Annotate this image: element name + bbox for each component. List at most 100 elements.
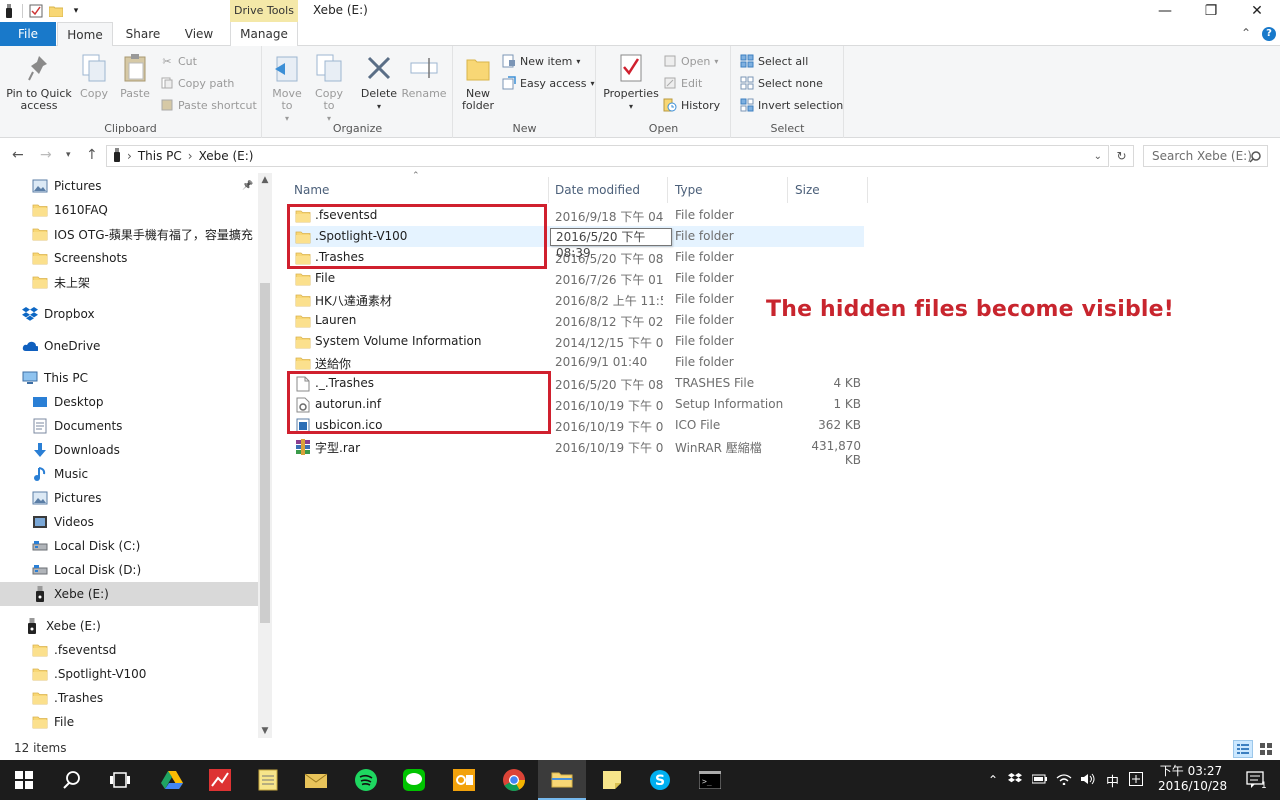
search-input[interactable]: Search Xebe (E:) xyxy=(1143,145,1268,167)
show-hidden-icons-chevron-icon[interactable]: ⌃ xyxy=(986,773,1000,787)
dropbox-tray-icon[interactable] xyxy=(1008,772,1024,788)
mail-app-icon[interactable] xyxy=(292,760,340,800)
file-row[interactable]: 送給你 2016/9/1 01:40 File folder xyxy=(288,352,864,373)
file-row[interactable]: 字型.rar 2016/10/19 下午 0... WinRAR 壓縮檔 431,87… xyxy=(288,436,864,467)
large-icons-view-icon[interactable] xyxy=(1256,740,1276,758)
edit-button[interactable]: Edit xyxy=(663,74,702,92)
line-app-icon[interactable] xyxy=(390,760,438,800)
task-view-icon[interactable] xyxy=(96,760,144,800)
scroll-up-icon[interactable]: ▲ xyxy=(258,175,272,185)
nav-item[interactable]: Downloads xyxy=(0,438,258,462)
cut-button[interactable]: ✂ Cut xyxy=(160,52,197,70)
notepad-app-icon[interactable] xyxy=(244,760,292,800)
nav-item[interactable]: .fseventsd xyxy=(0,638,258,662)
clock[interactable]: 下午 03:27 2016/10/28 xyxy=(1158,764,1227,794)
nav-item[interactable]: Music xyxy=(0,462,258,486)
help-icon[interactable]: ? xyxy=(1262,27,1276,41)
scroll-down-icon[interactable]: ▼ xyxy=(258,726,272,736)
properties-button[interactable]: Properties ▾ xyxy=(603,52,659,113)
file-row[interactable]: System Volume Information 2014/12/15 下午 0… xyxy=(288,331,864,352)
invert-selection-button[interactable]: Invert selection xyxy=(740,96,843,114)
nav-item[interactable]: Local Disk (D:) xyxy=(0,558,258,582)
rename-button[interactable]: Rename xyxy=(401,52,447,100)
sticky-notes-icon[interactable] xyxy=(588,760,636,800)
wifi-icon[interactable] xyxy=(1056,773,1072,788)
nav-item[interactable]: 未上架 xyxy=(0,270,258,294)
history-button[interactable]: History xyxy=(663,96,720,114)
nav-item[interactable]: Xebe (E:) xyxy=(0,614,258,638)
select-all-button[interactable]: Select all xyxy=(740,52,808,70)
nav-item[interactable]: 1610FAQ xyxy=(0,198,258,222)
open-button[interactable]: Open ▾ xyxy=(663,52,718,70)
nav-item[interactable]: Local Disk (C:) xyxy=(0,534,258,558)
nav-item[interactable]: .Trashes xyxy=(0,686,258,710)
copy-to-button[interactable]: Copy to ▾ xyxy=(311,52,347,125)
new-folder-button[interactable]: New folder xyxy=(458,52,498,112)
new-folder-icon[interactable] xyxy=(49,3,63,19)
back-arrow-icon[interactable]: ← xyxy=(12,147,24,163)
close-button[interactable]: ✕ xyxy=(1234,0,1280,22)
copy-button[interactable]: Copy xyxy=(76,52,112,100)
nav-item[interactable]: .Spotlight-V100 xyxy=(0,662,258,686)
easy-access-button[interactable]: Easy access ▾ xyxy=(502,74,595,92)
outlook-app-icon[interactable] xyxy=(440,760,488,800)
nav-item[interactable]: Screenshots xyxy=(0,246,258,270)
select-none-button[interactable]: Select none xyxy=(740,74,823,92)
ime-indicator[interactable]: 中 xyxy=(1106,771,1119,790)
nav-item[interactable]: This PC xyxy=(0,366,258,390)
customize-qat-icon[interactable]: ▾ xyxy=(69,3,83,19)
address-bar[interactable]: › This PC › Xebe (E:) ⌄ xyxy=(106,145,1109,167)
column-header-type[interactable]: Type xyxy=(667,177,788,203)
nav-item[interactable]: Xebe (E:) xyxy=(0,582,258,606)
search-icon[interactable] xyxy=(48,760,96,800)
nav-item[interactable]: Desktop xyxy=(0,390,258,414)
nav-item[interactable]: Videos xyxy=(0,510,258,534)
command-prompt-icon[interactable]: >_ xyxy=(686,760,734,800)
new-item-button[interactable]: New item ▾ xyxy=(502,52,580,70)
pin-icon[interactable]: 📌 xyxy=(242,181,253,191)
refresh-icon[interactable]: ↻ xyxy=(1110,145,1134,167)
column-header-date[interactable]: Date modified xyxy=(547,177,668,203)
nav-item[interactable]: Pictures xyxy=(0,486,258,510)
skype-icon[interactable]: S xyxy=(636,760,684,800)
nav-item[interactable]: Documents xyxy=(0,414,258,438)
navigation-scrollbar[interactable]: ▲ ▼ xyxy=(258,173,272,738)
volume-icon[interactable] xyxy=(1080,773,1096,788)
tab-home[interactable]: Home xyxy=(57,22,113,47)
address-dropdown-chevron-icon[interactable]: ⌄ xyxy=(1094,151,1102,162)
recent-locations-chevron-icon[interactable]: ▾ xyxy=(66,150,71,160)
tab-share[interactable]: Share xyxy=(118,22,168,46)
breadcrumb-this-pc[interactable]: This PC xyxy=(138,149,182,163)
nav-item[interactable]: OneDrive xyxy=(0,334,258,358)
column-header-name[interactable]: Name xyxy=(286,177,549,203)
nav-item[interactable]: Dropbox xyxy=(0,302,258,326)
maximize-button[interactable]: ❐ xyxy=(1188,0,1234,22)
collapse-ribbon-icon[interactable]: ⌃ xyxy=(1241,26,1251,40)
pin-quick-access-button[interactable]: Pin to Quick access xyxy=(6,52,72,112)
forward-arrow-icon[interactable]: → xyxy=(40,147,52,163)
nav-item[interactable]: IOS OTG-蘋果手機有福了，容量擴充 xyxy=(0,222,258,246)
spotify-icon[interactable] xyxy=(342,760,390,800)
file-row[interactable]: File 2016/7/26 下午 01... File folder xyxy=(288,268,864,289)
properties-icon[interactable] xyxy=(29,3,43,19)
breadcrumb-drive[interactable]: Xebe (E:) xyxy=(199,149,254,163)
action-center-icon[interactable]: 1 xyxy=(1232,760,1280,800)
up-arrow-icon[interactable]: ↑ xyxy=(86,147,98,163)
windows-start-icon[interactable] xyxy=(0,760,48,800)
column-header-size[interactable]: Size xyxy=(787,177,868,203)
details-view-icon[interactable] xyxy=(1233,740,1253,758)
move-to-button[interactable]: Move to ▾ xyxy=(269,52,305,125)
nav-item[interactable]: File xyxy=(0,710,258,734)
chrome-icon[interactable] xyxy=(490,760,538,800)
paste-shortcut-button[interactable]: Paste shortcut xyxy=(160,96,257,114)
chart-app-icon[interactable] xyxy=(196,760,244,800)
nav-item[interactable]: Pictures 📌 xyxy=(0,174,258,198)
ime-mode-icon[interactable] xyxy=(1129,771,1145,789)
scrollbar-thumb[interactable] xyxy=(260,283,270,623)
google-drive-icon[interactable] xyxy=(148,760,196,800)
tab-view[interactable]: View xyxy=(176,22,222,46)
copy-path-button[interactable]: Copy path xyxy=(160,74,234,92)
paste-button[interactable]: Paste xyxy=(116,52,154,100)
file-explorer-icon[interactable] xyxy=(538,760,586,800)
battery-icon[interactable] xyxy=(1031,773,1048,787)
